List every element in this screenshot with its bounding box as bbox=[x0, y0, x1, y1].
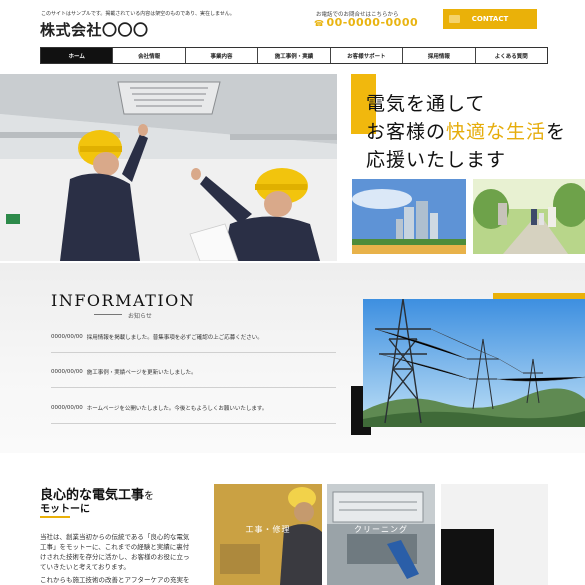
news-date: 0000/00/00 bbox=[51, 369, 83, 375]
nav-item-faq[interactable]: よくある質問 bbox=[474, 48, 547, 63]
news-text: ホームページを公開いたしました。今後ともよろしくお願いいたします。 bbox=[86, 406, 268, 412]
service-card-cleaning[interactable]: クリーニング bbox=[327, 484, 435, 585]
nav-item-company[interactable]: 会社情報 bbox=[112, 48, 184, 63]
contact-label: CONTACT bbox=[471, 15, 509, 23]
news-item[interactable]: 0000/00/00 ホームページを公開いたしました。今後ともよろしくお願いいた… bbox=[51, 393, 336, 424]
hero-headline-line2-post: を bbox=[546, 121, 567, 143]
motto-body-line: 当社は、創業当初からの伝統である「良心的な電気 bbox=[40, 533, 190, 541]
information-subtitle-rule bbox=[94, 314, 122, 315]
global-nav: ホーム 会社情報 事業内容 施工事例・実績 お客様サポート 採用情報 よくある質… bbox=[40, 47, 548, 64]
hero-photo-electricians bbox=[0, 74, 337, 261]
hero-headline-line1: 電気を通して bbox=[366, 93, 486, 115]
tel-number-text: 00-0000-0000 bbox=[326, 16, 419, 29]
information-subtitle: お知らせ bbox=[128, 313, 152, 320]
deco-black-block bbox=[441, 529, 494, 585]
news-text: 施工事例・実績ページを更新いたしました。 bbox=[86, 370, 197, 376]
hero-headline-line3: 応援いたします bbox=[366, 149, 507, 171]
motto-heading-particle: を bbox=[144, 491, 155, 502]
photo-power-pylons bbox=[363, 299, 585, 427]
news-text: 採用情報を掲載しました。普集事項を必ずご確認の上ご応募ください。 bbox=[86, 335, 263, 341]
hero-headline-line2-pre: お客様の bbox=[366, 121, 447, 143]
service-card-label: 工事・修理 bbox=[245, 525, 291, 534]
motto-body-line5: これからも施工技術の改善とアフターケアの充実を bbox=[40, 576, 190, 584]
nav-item-home[interactable]: ホーム bbox=[41, 48, 113, 63]
hero-headline-line2: お客様の快適な生活を bbox=[366, 117, 566, 144]
phone-icon: ☎ bbox=[314, 19, 325, 28]
motto-body: 当社は、創業当初からの伝統である「良心的な電気 工事」をモットーに、これまでの経… bbox=[40, 532, 206, 572]
motto-body-line: けされた技術を存分に活かし、お客様のお役に立っ bbox=[40, 553, 190, 561]
news-item[interactable]: 0000/00/00 採用情報を掲載しました。普集事項を必ずご確認の上ご応募くだ… bbox=[51, 322, 336, 353]
information-title: INFORMATION bbox=[51, 291, 196, 310]
photo-city-skyline bbox=[352, 179, 466, 254]
tel-number[interactable]: ☎ 00-0000-0000 bbox=[314, 16, 418, 29]
news-date: 0000/00/00 bbox=[51, 334, 83, 340]
company-logo[interactable]: 株式会社〇〇〇 bbox=[40, 19, 149, 40]
mail-icon bbox=[449, 15, 460, 23]
nav-item-works[interactable]: 施工事例・実績 bbox=[257, 48, 329, 63]
hero-headline-accent: 快適な生活 bbox=[446, 121, 547, 143]
motto-body-line: ていきたいと考えております。 bbox=[40, 563, 130, 571]
motto-accent-rule bbox=[40, 516, 70, 518]
photo-family-walking bbox=[473, 179, 585, 254]
site-notice: このサイトはサンプルです。掲載されている内容は架空のものであり、実在しません。 bbox=[41, 11, 235, 17]
nav-item-business[interactable]: 事業内容 bbox=[184, 48, 257, 63]
contact-button[interactable]: CONTACT bbox=[443, 9, 537, 29]
service-card-label: クリーニング bbox=[354, 525, 408, 534]
nav-item-support[interactable]: お客様サポート bbox=[329, 48, 402, 63]
motto-body-line: 工事」をモットーに、これまでの経験と実績に裏付 bbox=[40, 543, 190, 551]
nav-item-recruit[interactable]: 採用情報 bbox=[402, 48, 474, 63]
news-date: 0000/00/00 bbox=[51, 405, 83, 411]
service-card-construction[interactable]: 工事・修理 bbox=[214, 484, 322, 585]
news-item[interactable]: 0000/00/00 施工事例・実績ページを更新いたしました。 bbox=[51, 357, 336, 388]
motto-heading-line2: モットーに bbox=[40, 504, 90, 515]
